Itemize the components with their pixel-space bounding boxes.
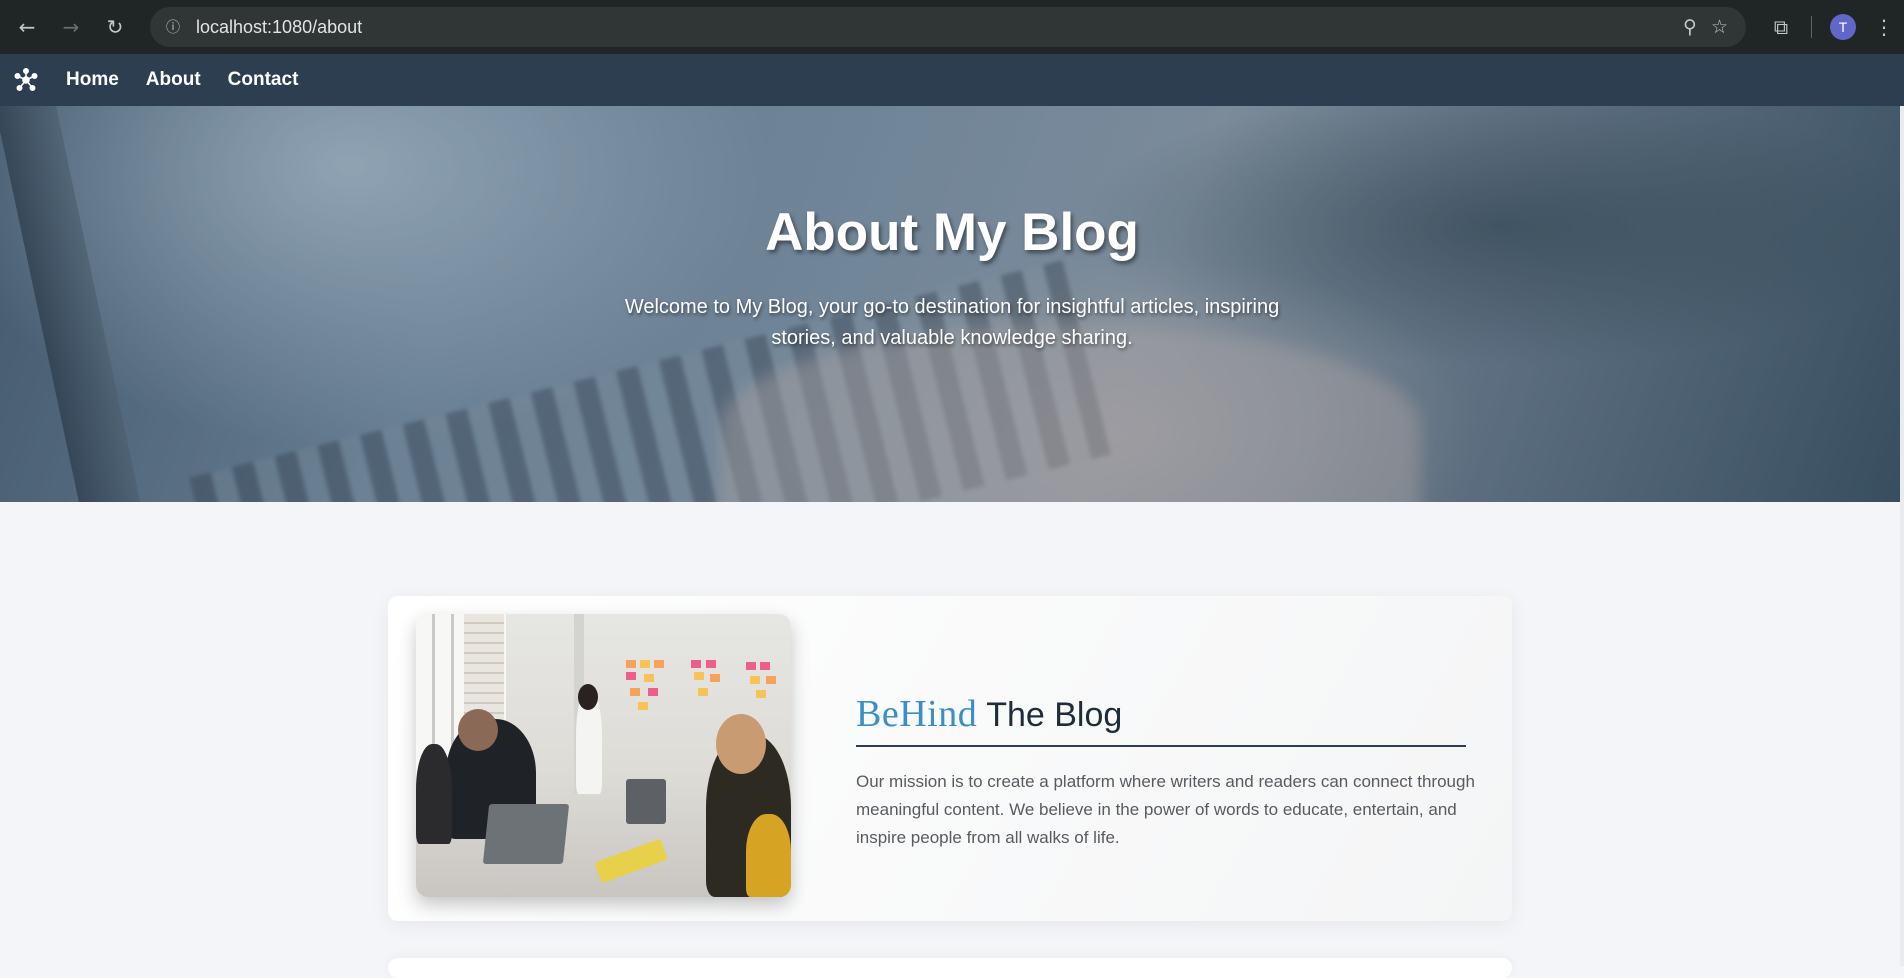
team-meeting-photo bbox=[416, 614, 791, 897]
sticky-note bbox=[698, 688, 708, 696]
toolbar-divider bbox=[1811, 16, 1812, 38]
sticky-note bbox=[760, 662, 770, 670]
section-heading: BeHind The Blog bbox=[856, 692, 1122, 736]
menu-kebab-icon[interactable]: ⋮ bbox=[1874, 15, 1894, 39]
sticky-note bbox=[648, 688, 658, 696]
sticky-note bbox=[626, 660, 636, 668]
sticky-note bbox=[756, 690, 766, 698]
person-edge bbox=[416, 744, 452, 844]
forward-icon[interactable]: → bbox=[56, 12, 86, 42]
sticky-note bbox=[640, 660, 650, 668]
section-heading-accent: BeHind bbox=[856, 693, 978, 735]
profile-avatar[interactable]: T bbox=[1830, 14, 1856, 40]
site-navbar: Home About Contact bbox=[0, 54, 1904, 106]
browser-toolbar: ← → ↻ ⓘ localhost:1080/about ⚲ ☆ ⧉ T ⋮ bbox=[0, 0, 1904, 54]
sticky-note bbox=[746, 662, 756, 670]
sticky-note bbox=[626, 672, 636, 680]
sticky-note bbox=[694, 672, 704, 680]
about-card: BeHind The Blog Our mission is to create… bbox=[388, 596, 1512, 921]
yellow-folder bbox=[594, 838, 668, 884]
laptop bbox=[626, 779, 666, 824]
page-title: About My Blog bbox=[765, 203, 1139, 262]
site-info-icon[interactable]: ⓘ bbox=[162, 16, 184, 38]
nav-link-home[interactable]: Home bbox=[66, 69, 119, 91]
hero-banner: About My Blog Welcome to My Blog, your g… bbox=[0, 106, 1904, 502]
site-logo-icon[interactable] bbox=[14, 68, 38, 92]
sticky-note bbox=[630, 688, 640, 696]
reload-icon[interactable]: ↻ bbox=[100, 12, 130, 42]
sticky-note bbox=[706, 660, 716, 668]
sticky-note bbox=[644, 674, 654, 682]
heading-underline bbox=[856, 745, 1466, 747]
zoom-icon[interactable]: ⚲ bbox=[1683, 16, 1697, 38]
back-icon[interactable]: ← bbox=[12, 12, 42, 42]
hero-subtitle: Welcome to My Blog, your go-to destinati… bbox=[624, 296, 1280, 349]
sticky-note bbox=[710, 674, 720, 682]
person-left-head bbox=[458, 709, 498, 751]
mission-paragraph: Our mission is to create a platform wher… bbox=[856, 772, 1475, 847]
sticky-note bbox=[654, 660, 664, 668]
sticky-note bbox=[766, 676, 776, 684]
person-right-head bbox=[716, 714, 766, 774]
address-bar[interactable]: ⓘ localhost:1080/about ⚲ ☆ bbox=[150, 7, 1746, 47]
nav-link-about[interactable]: About bbox=[146, 69, 201, 91]
section-heading-text: The Blog bbox=[986, 696, 1123, 734]
nav-link-contact[interactable]: Contact bbox=[228, 69, 299, 91]
bookmark-star-icon[interactable]: ☆ bbox=[1711, 16, 1728, 38]
extensions-icon[interactable]: ⧉ bbox=[1765, 11, 1797, 43]
page-scrollbar-track[interactable] bbox=[1900, 106, 1904, 966]
yellow-jacket bbox=[746, 814, 791, 897]
sticky-note bbox=[691, 660, 701, 668]
sticky-note bbox=[638, 702, 648, 710]
sticky-note bbox=[750, 676, 760, 684]
next-card-top bbox=[388, 958, 1512, 978]
url-text[interactable]: localhost:1080/about bbox=[196, 17, 362, 38]
laptop bbox=[482, 804, 570, 864]
presenter-head bbox=[578, 684, 598, 710]
